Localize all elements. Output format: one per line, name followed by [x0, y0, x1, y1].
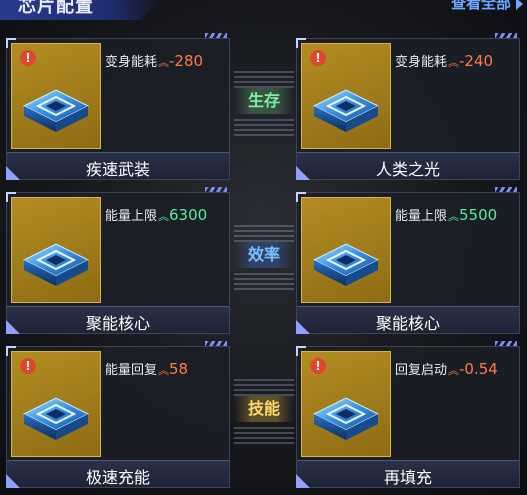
chip-name-bar: 极速充能	[6, 460, 229, 488]
double-chevron-up-icon: ︽	[158, 364, 170, 377]
chip-name: 疾速武装	[85, 160, 150, 179]
warning-icon: !	[20, 50, 36, 66]
chip-icon	[313, 89, 379, 133]
chip-name-bar: 再填充	[296, 460, 519, 488]
chip-name: 聚能核心	[375, 314, 440, 333]
stripe-decoration	[205, 187, 227, 192]
chip-frame: !	[301, 43, 391, 149]
warning-icon: !	[20, 358, 36, 374]
stat-value: 5500	[459, 206, 498, 224]
chip-frame	[301, 197, 391, 303]
chip-slot-3[interactable]: 能量上限︽6300 聚能核心	[6, 187, 230, 334]
stat-label: 能量上限	[105, 209, 158, 224]
double-chevron-up-icon: ︽	[448, 210, 460, 223]
divider-stripes	[234, 68, 294, 88]
warning-icon: !	[310, 50, 326, 66]
chip-name-bar: 人类之光	[296, 152, 519, 180]
stat-value: 58	[169, 360, 189, 378]
chip-name: 再填充	[383, 468, 432, 487]
divider-stripes	[234, 222, 294, 242]
chip-slot-2[interactable]: ! 变身能耗︽-240 人类之光	[296, 33, 520, 180]
chip-slot-6[interactable]: ! 回复启动︽-0.54 再填充	[296, 341, 520, 488]
stat-label: 能量上限	[395, 209, 448, 224]
stripe-decoration	[205, 33, 227, 38]
chip-stat: 能量上限︽6300	[105, 205, 207, 224]
chip-icon	[23, 243, 89, 287]
divider-stripes	[234, 376, 294, 396]
stripe-decoration	[495, 33, 517, 38]
chip-stat: 回复启动︽-0.54	[395, 359, 498, 378]
category-skill: 技能	[234, 396, 294, 422]
view-all-arrow-icon[interactable]	[516, 0, 523, 10]
chip-stat: 变身能耗︽-240	[395, 51, 493, 70]
chip-stat: 能量上限︽5500	[395, 205, 497, 224]
stat-value: -280	[169, 52, 204, 70]
chip-stat: 能量回复︽58	[105, 359, 188, 378]
chip-frame: !	[11, 43, 101, 149]
chip-name-bar: 疾速武装	[6, 152, 229, 180]
warning-icon: !	[310, 358, 326, 374]
stripe-decoration	[495, 187, 517, 192]
double-chevron-up-icon: ︽	[158, 56, 170, 69]
stat-value: -0.54	[459, 360, 498, 378]
stripe-decoration	[205, 341, 227, 346]
category-survival: 生存	[234, 88, 294, 114]
divider-stripes	[234, 270, 294, 290]
chip-frame	[11, 197, 101, 303]
double-chevron-up-icon: ︽	[448, 364, 460, 377]
category-efficiency: 效率	[234, 242, 294, 268]
header: 芯片配置 查看全部	[0, 0, 527, 20]
chip-slot-4[interactable]: 能量上限︽5500 聚能核心	[296, 187, 520, 334]
stripe-decoration	[495, 341, 517, 346]
stat-label: 变身能耗	[395, 55, 448, 70]
chip-name-bar: 聚能核心	[296, 306, 519, 334]
chip-slot-1[interactable]: ! 变身能耗︽-280 疾速武装	[6, 33, 230, 180]
chip-name: 聚能核心	[85, 314, 150, 333]
chip-name: 人类之光	[375, 160, 440, 179]
chip-icon	[23, 89, 89, 133]
chip-frame: !	[301, 351, 391, 457]
chip-name-bar: 聚能核心	[6, 306, 229, 334]
divider-stripes	[234, 424, 294, 444]
stat-label: 变身能耗	[105, 55, 158, 70]
divider-stripes	[234, 116, 294, 136]
stat-value: -240	[459, 52, 494, 70]
chip-name: 极速充能	[85, 468, 150, 487]
stat-value: 6300	[169, 206, 208, 224]
chip-stat: 变身能耗︽-280	[105, 51, 203, 70]
double-chevron-up-icon: ︽	[448, 56, 460, 69]
double-chevron-up-icon: ︽	[158, 210, 170, 223]
view-all-button[interactable]: 查看全部	[451, 0, 511, 13]
chip-icon	[23, 397, 89, 441]
chip-icon	[313, 243, 379, 287]
stat-label: 能量回复	[105, 363, 158, 378]
chip-frame: !	[11, 351, 101, 457]
chip-icon	[313, 397, 379, 441]
stat-label: 回复启动	[395, 363, 448, 378]
page-title: 芯片配置	[18, 0, 94, 17]
chip-slot-5[interactable]: ! 能量回复︽58 极速充能	[6, 341, 230, 488]
